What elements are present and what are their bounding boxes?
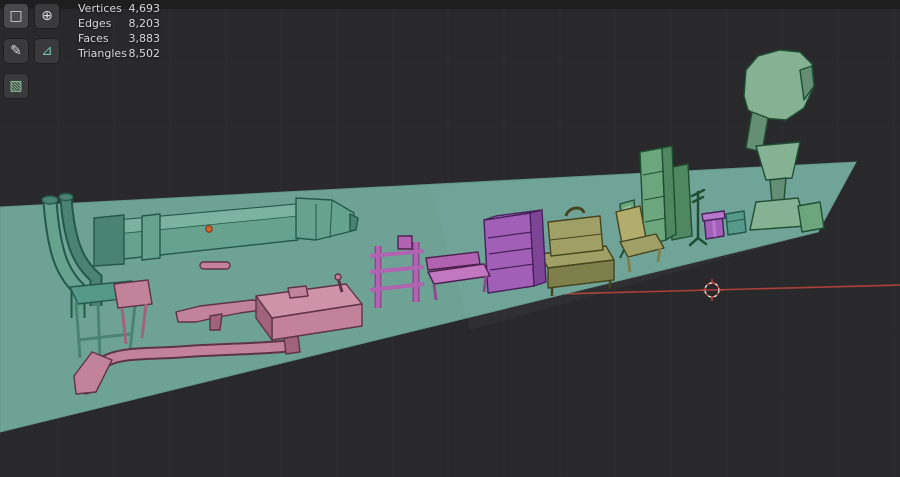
stat-label: Triangles [78, 47, 127, 60]
object-chest[interactable] [725, 210, 747, 236]
select-box-tool-button[interactable]: □ [3, 3, 29, 29]
object-dresser[interactable] [483, 209, 547, 294]
object-gift-box[interactable] [701, 210, 726, 240]
annotate-icon: ✎ [10, 43, 22, 59]
cursor-tool-button[interactable]: ⊕ [34, 3, 60, 29]
select-box-icon: □ [9, 8, 23, 24]
cursor-tool-icon: ⊕ [41, 8, 53, 24]
add-cube-tool-button[interactable]: ▧ [3, 73, 29, 99]
object-pink-rod[interactable] [199, 261, 231, 270]
stat-value: 8,502 [128, 47, 161, 60]
stat-row-faces: Faces 3,883 [78, 31, 160, 46]
tool-shelf: □ ⊕ ✎ ⊿ ▧ [3, 3, 60, 99]
blender-3d-viewport: □ ⊕ ✎ ⊿ ▧ Vertices 4,693 Edges 8,203 Fac… [0, 0, 900, 477]
scene-statistics-overlay: Vertices 4,693 Edges 8,203 Faces 3,883 T… [78, 1, 160, 61]
measure-tool-button[interactable]: ⊿ [34, 38, 60, 64]
add-cube-icon: ▧ [9, 78, 23, 94]
stat-value: 3,883 [128, 32, 161, 45]
stat-value: 4,693 [128, 2, 161, 15]
stat-label: Vertices [78, 2, 122, 15]
object-lounge-chair[interactable] [743, 49, 825, 233]
stat-row-edges: Edges 8,203 [78, 16, 160, 31]
measure-icon: ⊿ [41, 43, 53, 59]
stat-value: 8,203 [128, 17, 161, 30]
stat-row-triangles: Triangles 8,502 [78, 46, 160, 61]
object-green-cabinets[interactable] [639, 145, 693, 247]
viewport-canvas[interactable] [0, 0, 900, 477]
annotate-tool-button[interactable]: ✎ [3, 38, 29, 64]
stat-label: Faces [78, 32, 109, 45]
stat-label: Edges [78, 17, 112, 30]
object-origin-dot [205, 225, 213, 233]
stat-row-vertices: Vertices 4,693 [78, 1, 160, 16]
